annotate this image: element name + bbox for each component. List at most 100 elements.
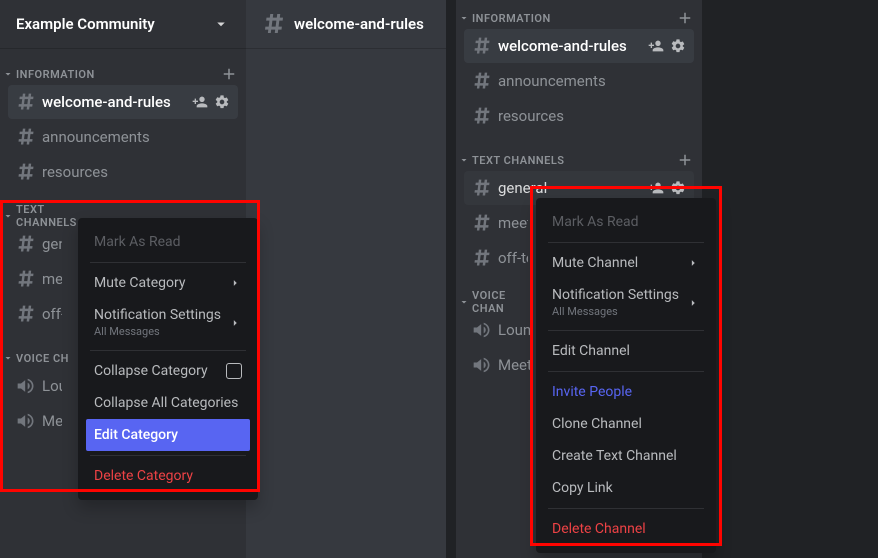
category-information[interactable]: INFORMATION bbox=[0, 48, 246, 84]
speaker-icon bbox=[16, 376, 36, 396]
menu-delete-category[interactable]: Delete Category bbox=[86, 460, 250, 492]
category-text-channels[interactable]: TEXT CHANNELS bbox=[456, 134, 702, 170]
chevron-right-icon bbox=[228, 316, 242, 330]
channel-lounge[interactable]: Loun bbox=[8, 369, 70, 403]
channel-off-topic[interactable]: off-t bbox=[8, 297, 70, 331]
category-label: TEXT CHANNELS bbox=[14, 203, 77, 229]
channel-context-menu: Mark As Read Mute Channel Notification S… bbox=[536, 198, 716, 553]
channel-off-topic[interactable]: off-top bbox=[464, 241, 536, 275]
channel-resources[interactable]: resources bbox=[464, 99, 694, 133]
hash-icon bbox=[472, 71, 492, 91]
hash-icon bbox=[16, 162, 36, 182]
gear-icon[interactable] bbox=[214, 94, 230, 110]
menu-invite-people[interactable]: Invite People bbox=[544, 376, 708, 408]
channel-resources[interactable]: resources bbox=[8, 155, 238, 189]
category-context-menu: Mark As Read Mute Category Notification … bbox=[78, 218, 258, 500]
menu-separator bbox=[548, 508, 704, 509]
channel-label: general bbox=[498, 179, 648, 197]
menu-mark-as-read[interactable]: Mark As Read bbox=[544, 206, 708, 238]
channel-meeting-plans[interactable]: meet bbox=[8, 262, 70, 296]
checkbox-icon bbox=[226, 363, 242, 379]
category-label: TEXT CHANNELS bbox=[470, 154, 676, 167]
hash-icon bbox=[472, 248, 492, 268]
hash-icon bbox=[16, 127, 36, 147]
channel-label: Lounge bbox=[498, 321, 532, 339]
category-voice-channels[interactable]: VOICE CHAN bbox=[456, 276, 546, 312]
menu-collapse-category[interactable]: Collapse Category bbox=[86, 355, 250, 387]
channel-meeting-plans[interactable]: meetin bbox=[464, 206, 536, 240]
channel-announcements[interactable]: announcements bbox=[8, 120, 238, 154]
channel-label: resources bbox=[498, 107, 686, 125]
menu-mark-as-read[interactable]: Mark As Read bbox=[86, 226, 250, 258]
channel-title: welcome-and-rules bbox=[294, 15, 424, 33]
menu-notification-settings[interactable]: Notification Settings All Messages bbox=[86, 299, 250, 346]
invite-icon[interactable] bbox=[192, 94, 208, 110]
menu-separator bbox=[548, 242, 704, 243]
menu-separator bbox=[548, 371, 704, 372]
channel-label: meet bbox=[42, 270, 62, 288]
chevron-down-icon bbox=[212, 15, 230, 33]
channel-welcome-and-rules[interactable]: welcome-and-rules bbox=[464, 29, 694, 63]
left-content: welcome-and-rules bbox=[246, 0, 446, 558]
hash-icon bbox=[16, 269, 36, 289]
chevron-down-icon bbox=[458, 12, 470, 24]
menu-copy-link[interactable]: Copy Link bbox=[544, 472, 708, 504]
category-label: VOICE CH bbox=[14, 352, 72, 365]
server-header[interactable]: Example Community bbox=[0, 0, 246, 48]
channel-announcements[interactable]: announcements bbox=[464, 64, 694, 98]
channel-label: meetin bbox=[498, 214, 528, 232]
chevron-right-icon bbox=[228, 276, 242, 290]
gear-icon[interactable] bbox=[670, 38, 686, 54]
speaker-icon bbox=[472, 355, 492, 375]
menu-mute-category[interactable]: Mute Category bbox=[86, 267, 250, 299]
menu-edit-category[interactable]: Edit Category bbox=[86, 419, 250, 451]
server-name: Example Community bbox=[16, 15, 155, 33]
channel-label: Me bbox=[42, 412, 62, 430]
channel-label: Meetir bbox=[498, 356, 532, 374]
channel-label: resources bbox=[42, 163, 230, 181]
invite-icon[interactable] bbox=[648, 38, 664, 54]
category-voice-channels[interactable]: VOICE CH bbox=[0, 332, 80, 368]
menu-clone-channel[interactable]: Clone Channel bbox=[544, 408, 708, 440]
channel-label: welcome-and-rules bbox=[42, 93, 192, 111]
chevron-down-icon bbox=[2, 68, 14, 80]
hash-icon bbox=[472, 178, 492, 198]
category-label: INFORMATION bbox=[470, 12, 676, 25]
category-label: VOICE CHAN bbox=[470, 289, 538, 315]
category-label: INFORMATION bbox=[14, 68, 220, 81]
channel-meeting[interactable]: Meetir bbox=[464, 348, 540, 382]
category-information[interactable]: INFORMATION bbox=[456, 0, 702, 28]
hash-icon bbox=[16, 234, 36, 254]
add-channel-icon[interactable] bbox=[676, 151, 694, 169]
channel-label: welcome-and-rules bbox=[498, 37, 648, 55]
menu-notification-settings[interactable]: Notification Settings All Messages bbox=[544, 279, 708, 326]
channel-welcome-and-rules[interactable]: welcome-and-rules bbox=[8, 85, 238, 119]
channel-general[interactable]: gene bbox=[8, 227, 70, 261]
menu-separator bbox=[548, 330, 704, 331]
hash-icon bbox=[16, 92, 36, 112]
channel-header: welcome-and-rules bbox=[246, 0, 446, 48]
channel-meeting[interactable]: Me bbox=[8, 404, 70, 438]
menu-mute-channel[interactable]: Mute Channel bbox=[544, 247, 708, 279]
invite-icon[interactable] bbox=[648, 180, 664, 196]
gear-icon[interactable] bbox=[670, 180, 686, 196]
menu-delete-channel[interactable]: Delete Channel bbox=[544, 513, 708, 545]
chevron-right-icon bbox=[686, 256, 700, 270]
hash-icon bbox=[472, 106, 492, 126]
channel-lounge[interactable]: Lounge bbox=[464, 313, 540, 347]
menu-create-text-channel[interactable]: Create Text Channel bbox=[544, 440, 708, 472]
menu-collapse-all[interactable]: Collapse All Categories bbox=[86, 387, 250, 419]
speaker-icon bbox=[16, 411, 36, 431]
menu-separator bbox=[90, 262, 246, 263]
channel-label: announcements bbox=[42, 128, 230, 146]
hash-icon bbox=[262, 12, 286, 36]
channel-label: announcements bbox=[498, 72, 686, 90]
category-text-channels[interactable]: TEXT CHANNELS bbox=[0, 190, 80, 226]
menu-separator bbox=[90, 455, 246, 456]
channel-label: gene bbox=[42, 235, 62, 253]
menu-edit-channel[interactable]: Edit Channel bbox=[544, 335, 708, 367]
add-channel-icon[interactable] bbox=[676, 9, 694, 27]
add-channel-icon[interactable] bbox=[220, 65, 238, 83]
chevron-down-icon bbox=[2, 352, 14, 364]
speaker-icon bbox=[472, 320, 492, 340]
